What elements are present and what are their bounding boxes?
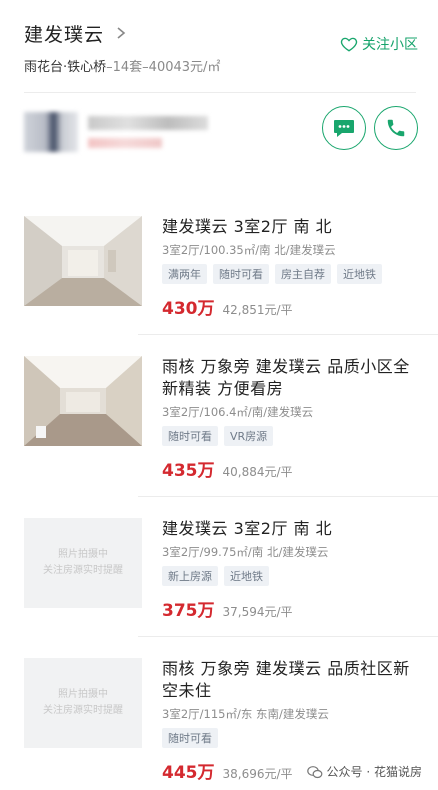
listing-tags: 随时可看 VR房源: [162, 426, 418, 446]
chat-icon: [334, 120, 354, 137]
listing-price-row: 430万 42,851元/平: [162, 294, 418, 319]
listing-tag: 随时可看: [162, 426, 218, 446]
listing-desc: 3室2厅/106.4㎡/南/建发璞云: [162, 405, 314, 419]
listing-tags: 随时可看: [162, 728, 418, 748]
listing-title: 雨核 万象旁 建发璞云 品质社区新空未住: [162, 659, 410, 700]
community-header: 建发璞云 关注小区 雨花台·铁心桥–14套–40043元/㎡: [24, 18, 418, 78]
listing-price-row: 375万 37,594元/平: [162, 596, 418, 621]
listing-divider: [138, 334, 438, 335]
agent-card: [24, 104, 418, 164]
header-divider: [24, 92, 416, 93]
agent-tag-blurred: [88, 138, 162, 148]
community-meta: –14套–40043元/㎡: [106, 60, 221, 75]
agent-avatar: [24, 112, 78, 152]
listing-card[interactable]: 雨核 万象旁 建发璞云 品质小区全新精装 方便看房 3室2厅/106.4㎡/南/…: [24, 356, 418, 496]
listing-title: 雨核 万象旁 建发璞云 品质小区全新精装 方便看房: [162, 357, 410, 398]
listing-tag: 随时可看: [213, 264, 269, 284]
listing-divider: [138, 636, 438, 637]
listing-tag: 随时可看: [162, 728, 218, 748]
listing-desc: 3室2厅/115㎡/东 东南/建发璞云: [162, 707, 329, 721]
listing-desc: 3室2厅/100.35㎡/南 北/建发璞云: [162, 243, 336, 257]
community-subline: 雨花台·铁心桥–14套–40043元/㎡: [24, 56, 418, 75]
listing-title: 建发璞云 3室2厅 南 北: [162, 217, 333, 236]
listing-price-row: 435万 40,884元/平: [162, 456, 418, 481]
listing-tag: 新上房源: [162, 566, 218, 586]
placeholder-line2: 关注房源实时提醒: [43, 705, 123, 716]
district-label: 雨花台·铁心桥: [24, 60, 107, 75]
phone-icon: [387, 119, 405, 137]
listing-tag: 满两年: [162, 264, 207, 284]
listing-tag: 近地铁: [337, 264, 382, 284]
chevron-right-icon[interactable]: [114, 26, 128, 40]
listing-desc: 3室2厅/99.75㎡/南 北/建发璞云: [162, 545, 329, 559]
agent-name-blurred: [88, 116, 208, 130]
listing-price: 435万: [162, 461, 215, 481]
listing-unit-price: 40,884元/平: [222, 465, 293, 479]
placeholder-line1: 照片拍摄中: [58, 549, 108, 560]
listing-tags: 新上房源 近地铁: [162, 566, 418, 586]
listing-tags: 满两年 随时可看 房主自荐 近地铁: [162, 264, 418, 284]
listing-card[interactable]: 照片拍摄中 关注房源实时提醒 建发璞云 3室2厅 南 北 3室2厅/99.75㎡…: [24, 518, 418, 658]
heart-icon: [340, 37, 358, 52]
message-agent-button[interactable]: [322, 106, 366, 150]
listing-title: 建发璞云 3室2厅 南 北: [162, 519, 333, 538]
community-name[interactable]: 建发璞云: [24, 20, 104, 47]
watermark-text: 公众号 · 花猫说房: [326, 765, 422, 779]
follow-label: 关注小区: [362, 37, 418, 53]
listing-tag: 房主自荐: [275, 264, 331, 284]
wechat-icon: [306, 765, 322, 778]
listing-price: 375万: [162, 601, 215, 621]
placeholder-line1: 照片拍摄中: [58, 689, 108, 700]
room-photo-icon: [24, 216, 142, 306]
listing-tag: 近地铁: [224, 566, 269, 586]
listing-unit-price: 42,851元/平: [222, 303, 293, 317]
listing-unit-price: 37,594元/平: [222, 605, 293, 619]
listing-photo-placeholder[interactable]: 照片拍摄中 关注房源实时提醒: [24, 658, 142, 748]
listing-price: 445万: [162, 763, 215, 783]
listing-photo-placeholder[interactable]: 照片拍摄中 关注房源实时提醒: [24, 518, 142, 608]
watermark: 公众号 · 花猫说房: [306, 763, 422, 780]
listing-tag: VR房源: [224, 426, 274, 446]
listing-divider: [138, 496, 438, 497]
listing-price: 430万: [162, 299, 215, 319]
room-photo-icon: [24, 356, 142, 446]
listing-photo[interactable]: [24, 216, 142, 306]
listing-unit-price: 38,696元/平: [222, 767, 293, 781]
listing-card[interactable]: 建发璞云 3室2厅 南 北 3室2厅/100.35㎡/南 北/建发璞云 满两年 …: [24, 216, 418, 356]
listing-photo[interactable]: [24, 356, 142, 446]
call-agent-button[interactable]: [374, 106, 418, 150]
follow-community-button[interactable]: 关注小区: [340, 34, 418, 54]
placeholder-line2: 关注房源实时提醒: [43, 565, 123, 576]
